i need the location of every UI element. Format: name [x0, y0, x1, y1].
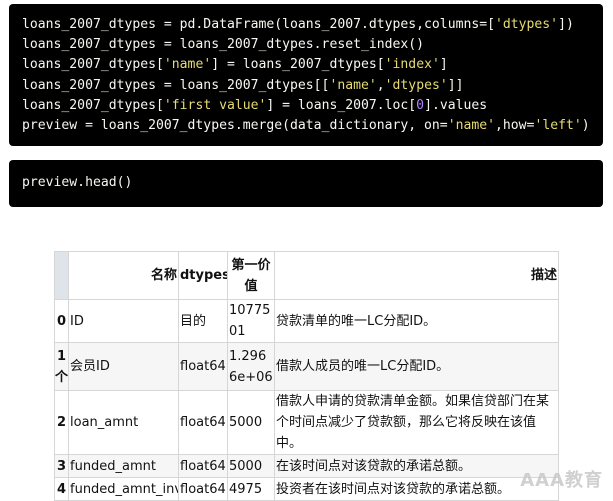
cell-dtypes: float64	[178, 477, 228, 501]
row-index: 3	[54, 454, 69, 478]
cell-name: funded_amnt_inv	[68, 477, 179, 501]
column-header-first-value: 第一价值	[227, 251, 275, 300]
code-token: 'name'	[163, 57, 212, 73]
row-index: 4	[54, 477, 69, 501]
cell-name: ID	[68, 299, 179, 343]
code-token: ]	[439, 57, 448, 73]
code-token: ,	[376, 77, 385, 93]
cell-description: 投资者在该时间点对该贷款的承诺总额。	[274, 477, 559, 501]
code-token: ]]	[447, 77, 464, 93]
cell-dtypes: float64	[178, 454, 228, 478]
code-line: loans_2007_dtypes = pd.DataFrame(loans_2…	[22, 15, 603, 35]
code-token: ] = loans_2007_dtypes[	[211, 57, 385, 73]
row-index: 0	[54, 299, 69, 343]
code-token: 'dtypes'	[384, 77, 448, 93]
table-row: 3 funded_amnt float64 5000 在该时间点对该贷款的承诺总额。	[54, 454, 559, 478]
table-row: 4 funded_amnt_inv float64 4975 投资者在该时间点对该贷款的…	[54, 477, 559, 501]
cell-name: 会员ID	[68, 342, 179, 391]
cell-dtypes: float64	[178, 342, 228, 391]
code-cell-2[interactable]: preview.head()	[9, 160, 603, 207]
code-line: loans_2007_dtypes = loans_2007_dtypes[['…	[22, 76, 603, 96]
code-token: 'index'	[384, 57, 440, 73]
cell-name: funded_amnt	[68, 454, 179, 478]
code-token: )	[581, 117, 590, 133]
code-token: 'name'	[447, 117, 496, 133]
code-token: 0	[416, 97, 425, 113]
code-line: loans_2007_dtypes['first value'] = loans…	[22, 96, 603, 116]
code-token: 'left'	[534, 117, 582, 133]
code-token: 'dtypes'	[495, 17, 559, 32]
code-token: loans_2007_dtypes = loans_2007_dtypes.re…	[22, 37, 425, 53]
row-index: 2	[54, 390, 69, 455]
code-line: loans_2007_dtypes = loans_2007_dtypes.re…	[22, 35, 603, 55]
watermark-logo: AAA教育	[520, 470, 603, 491]
table-header-row: 名称 dtypes 第一价值 描述	[54, 251, 559, 300]
cell-first-value: 5000	[227, 390, 275, 455]
code-token: loans_2007_dtypes[	[22, 57, 164, 73]
code-token: 'first value'	[163, 97, 267, 113]
cell-description: 借款人成员的唯一LC分配ID。	[274, 342, 559, 391]
table-row: 0 ID 目的 1077501 贷款清单的唯一LC分配ID。	[54, 299, 559, 343]
column-header-description: 描述	[274, 251, 559, 300]
code-line: loans_2007_dtypes['name'] = loans_2007_d…	[22, 55, 603, 75]
cell-description: 借款人申请的贷款清单金额。如果信贷部门在某个时间点减少了贷款额，那么它将反映在该…	[274, 390, 559, 455]
cell-name: loan_amnt	[68, 390, 179, 455]
dataframe-output: 名称 dtypes 第一价值 描述 0 ID 目的 1077501 贷款清单的唯一LC分…	[54, 251, 559, 501]
code-line: preview = loans_2007_dtypes.merge(data_d…	[22, 116, 603, 136]
code-token: loans_2007_dtypes = loans_2007_dtypes[[	[22, 77, 330, 93]
table-row: 2 loan_amnt float64 5000 借款人申请的贷款清单金额。如果信贷部门…	[54, 390, 559, 455]
code-token: preview = loans_2007_dtypes.merge(data_d…	[22, 117, 448, 133]
row-index: 1个	[54, 342, 69, 391]
code-token: ].values	[424, 97, 488, 113]
cell-description: 在该时间点对该贷款的承诺总额。	[274, 454, 559, 478]
index-header	[54, 251, 69, 300]
code-token: preview.head()	[22, 175, 133, 190]
code-token: loans_2007_dtypes = pd.DataFrame(loans_2…	[22, 17, 495, 32]
code-token: ])	[558, 17, 574, 32]
cell-description: 贷款清单的唯一LC分配ID。	[274, 299, 559, 343]
cell-dtypes: 目的	[178, 299, 228, 343]
code-token: ,how=	[495, 117, 535, 133]
table-row: 1个 会员ID float64 1.2966e+06 借款人成员的唯一LC分配ID。	[54, 342, 559, 391]
code-token: 'name'	[329, 77, 377, 93]
cell-first-value: 4975	[227, 477, 275, 501]
code-line: preview.head()	[22, 173, 603, 193]
cell-first-value: 5000	[227, 454, 275, 478]
cell-dtypes: float64	[178, 390, 228, 455]
column-header-dtypes: dtypes	[178, 251, 228, 300]
code-token: ] = loans_2007.loc[	[266, 97, 417, 113]
cell-first-value: 1.2966e+06	[227, 342, 275, 391]
code-cell-1[interactable]: loans_2007_dtypes = pd.DataFrame(loans_2…	[9, 4, 603, 146]
cell-first-value: 1077501	[227, 299, 275, 343]
code-token: loans_2007_dtypes[	[22, 97, 164, 113]
column-header-name: 名称	[68, 251, 179, 300]
